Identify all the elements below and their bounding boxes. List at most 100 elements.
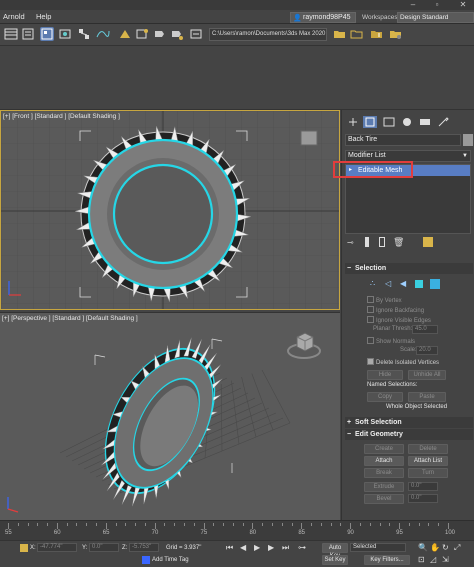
ignore-backfacing-checkbox[interactable]: Ignore Backfacing bbox=[367, 306, 424, 314]
scene-explorer-icon[interactable] bbox=[4, 27, 18, 41]
key-mode-icon[interactable]: ⊶ bbox=[298, 543, 306, 552]
zoom-extents-icon[interactable]: ⊡ bbox=[418, 555, 425, 564]
settings-folder-icon[interactable] bbox=[389, 27, 403, 41]
go-to-start-icon[interactable]: ⏮ bbox=[226, 543, 233, 553]
maximize-icon[interactable]: ▫ bbox=[432, 0, 442, 10]
z-coord-field[interactable]: -5.753" bbox=[129, 543, 159, 552]
previous-frame-icon[interactable]: ◀ bbox=[240, 543, 246, 552]
face-mode-icon[interactable]: ◀ bbox=[400, 279, 410, 289]
render-frame-icon[interactable] bbox=[135, 27, 149, 41]
motion-tab-icon[interactable] bbox=[400, 116, 414, 128]
slate-editor-icon[interactable] bbox=[58, 27, 72, 41]
close-icon[interactable]: ✕ bbox=[458, 0, 468, 10]
ignore-visible-edges-checkbox[interactable]: Ignore Visible Edges bbox=[367, 316, 431, 324]
break-button[interactable]: Break bbox=[364, 468, 404, 478]
remove-modifier-icon[interactable]: 🗑 bbox=[393, 237, 404, 248]
delete-button[interactable]: Delete bbox=[408, 444, 448, 454]
object-color-swatch[interactable] bbox=[463, 134, 473, 146]
layer-explorer-icon[interactable] bbox=[21, 27, 35, 41]
menu-help[interactable]: Help bbox=[36, 12, 51, 21]
x-coord-field[interactable]: -47.774" bbox=[37, 543, 77, 552]
ribbon-area bbox=[0, 46, 474, 110]
new-folder-icon[interactable] bbox=[370, 27, 384, 41]
toggle-ribbon-icon[interactable] bbox=[40, 27, 54, 41]
object-name-field[interactable]: Back Tire bbox=[345, 134, 461, 146]
display-tab-icon[interactable] bbox=[418, 116, 432, 128]
timeline-tick bbox=[27, 523, 29, 526]
timeline[interactable]: 55 60 65 70 75 80 85 90 95 100 bbox=[0, 520, 474, 540]
copy-button[interactable]: Copy bbox=[367, 392, 403, 402]
front-viewport-label[interactable]: [+] [Front ] [Standard ] [Default Shadin… bbox=[3, 113, 120, 120]
unhide-all-button[interactable]: Unhide All bbox=[408, 370, 446, 380]
create-button[interactable]: Create bbox=[364, 444, 404, 454]
hierarchy-tab-icon[interactable] bbox=[382, 116, 396, 128]
grid-line bbox=[231, 380, 240, 445]
delete-isolated-checkbox[interactable]: Delete Isolated Vertices bbox=[367, 358, 439, 366]
add-time-tag-button[interactable]: Add Time Tag bbox=[152, 557, 189, 563]
element-mode-icon[interactable] bbox=[430, 279, 440, 289]
modify-tab-icon[interactable] bbox=[363, 116, 377, 128]
collapse-icon: − bbox=[347, 431, 352, 438]
scale-input[interactable]: 20.0 bbox=[416, 346, 438, 355]
set-key-button[interactable]: Set Key bbox=[322, 555, 348, 565]
paste-button[interactable]: Paste bbox=[408, 392, 446, 402]
zoom-icon[interactable]: 🔍 bbox=[418, 543, 428, 552]
by-vertex-checkbox[interactable]: By Vertex bbox=[367, 296, 402, 304]
soft-selection-rollout-header[interactable]: + Soft Selection bbox=[345, 417, 473, 428]
vertex-mode-icon[interactable]: ∴ bbox=[370, 279, 380, 289]
timeline-tick bbox=[76, 523, 78, 526]
turn-button[interactable]: Turn bbox=[408, 468, 448, 478]
project-folder-icon[interactable] bbox=[350, 27, 364, 41]
hide-button[interactable]: Hide bbox=[367, 370, 403, 380]
show-normals-checkbox[interactable]: Show Normals bbox=[367, 337, 415, 345]
workspace-select[interactable]: Design Standard bbox=[397, 12, 474, 23]
render-production-icon[interactable] bbox=[170, 27, 184, 41]
utilities-tab-icon[interactable] bbox=[436, 116, 450, 128]
maximize-viewport-icon[interactable]: ⤢ bbox=[454, 543, 460, 553]
render-setup-icon[interactable] bbox=[118, 27, 132, 41]
bevel-button[interactable]: Bevel bbox=[364, 494, 404, 504]
bevel-input[interactable]: 0.0" bbox=[408, 494, 438, 503]
go-to-end-icon[interactable]: ⏭ bbox=[282, 543, 289, 553]
schematic-view-icon[interactable] bbox=[77, 27, 91, 41]
planar-thresh-input[interactable]: 45.0 bbox=[412, 325, 438, 334]
extrude-button[interactable]: Extrude bbox=[364, 482, 404, 492]
create-tab-icon[interactable] bbox=[346, 116, 360, 128]
play-icon[interactable]: ▶ bbox=[254, 543, 260, 552]
make-unique-icon[interactable] bbox=[379, 237, 385, 247]
open-folder-icon[interactable] bbox=[333, 27, 347, 41]
auto-key-button[interactable]: Auto Key bbox=[322, 543, 348, 559]
configure-modifier-sets-icon[interactable] bbox=[423, 237, 433, 247]
orbit-icon[interactable]: ↻ bbox=[442, 543, 449, 552]
key-filters-button[interactable]: Key Filters... bbox=[364, 555, 410, 565]
walk-through-icon[interactable]: ⇲ bbox=[442, 555, 449, 564]
selection-rollout-header[interactable]: − Selection bbox=[345, 263, 473, 274]
menu-arnold[interactable]: Arnold bbox=[3, 12, 25, 21]
show-end-result-icon[interactable] bbox=[365, 237, 369, 247]
front-viewport[interactable]: [+] [Front ] [Standard ] [Default Shadin… bbox=[0, 110, 340, 310]
selected-dropdown[interactable]: Selected bbox=[350, 543, 406, 552]
attach-button[interactable]: Attach bbox=[364, 456, 404, 466]
render-online-icon[interactable] bbox=[189, 27, 203, 41]
next-frame-icon[interactable]: ▶ bbox=[268, 543, 274, 552]
lock-selection-icon[interactable] bbox=[20, 544, 28, 552]
pan-icon[interactable]: ✋ bbox=[430, 543, 440, 552]
field-of-view-icon[interactable]: ◿ bbox=[430, 555, 436, 564]
timeline-tick bbox=[223, 523, 225, 526]
y-coord-field[interactable]: 0.0" bbox=[89, 543, 119, 552]
timeline-tick-label: 90 bbox=[347, 530, 354, 536]
edit-geometry-rollout-header[interactable]: − Edit Geometry bbox=[345, 429, 473, 440]
timeline-tick bbox=[232, 523, 234, 526]
polygon-mode-icon[interactable] bbox=[415, 280, 423, 288]
user-account-button[interactable]: 👤 raymond98P45 bbox=[290, 12, 356, 23]
pin-stack-icon[interactable]: ⊸ bbox=[347, 238, 354, 247]
curve-editor-icon[interactable] bbox=[96, 27, 110, 41]
perspective-viewport-label[interactable]: [+] [Perspective ] [Standard ] [Default … bbox=[2, 315, 138, 322]
attach-list-button[interactable]: Attach List bbox=[408, 456, 448, 466]
render-icon[interactable] bbox=[152, 27, 166, 41]
project-path-field[interactable]: C:\Users\ramon\Documents\3ds Max 2020 bbox=[209, 28, 327, 41]
edge-mode-icon[interactable]: ◁ bbox=[385, 279, 395, 289]
extrude-input[interactable]: 0.0" bbox=[408, 482, 438, 491]
minimize-icon[interactable]: – bbox=[408, 0, 418, 10]
perspective-viewport[interactable]: [+] [Perspective ] [Standard ] [Default … bbox=[0, 312, 340, 520]
